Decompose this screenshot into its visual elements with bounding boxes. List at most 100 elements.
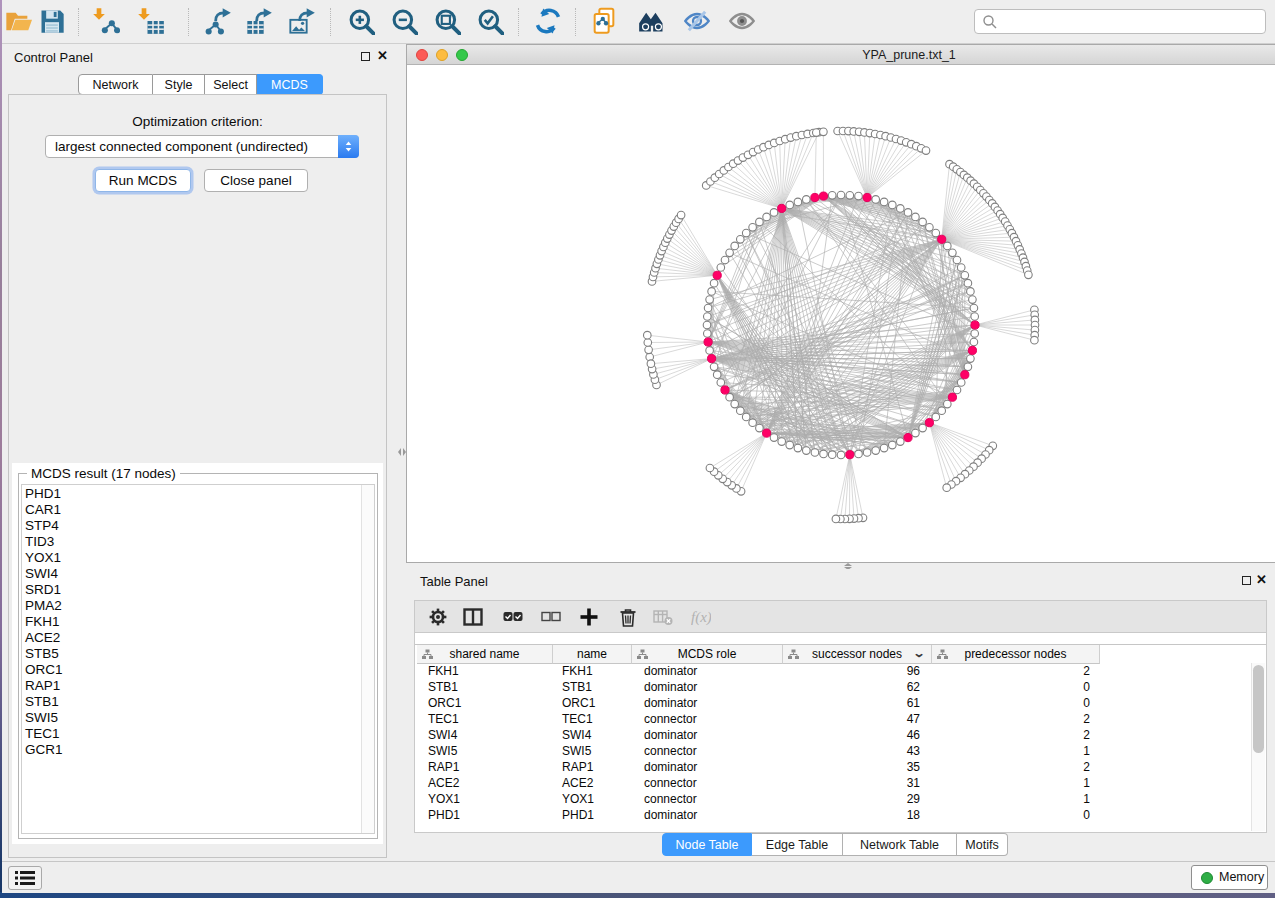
table-cell: 2 [932, 759, 1100, 775]
zoom-out-icon[interactable] [390, 7, 418, 35]
table-row[interactable]: SWI5SWI5connector431 [415, 743, 1266, 759]
apply-layout-icon[interactable] [534, 7, 562, 35]
column-header-predecessor-nodes[interactable]: predecessor nodes [932, 645, 1100, 664]
toolbar-separator [78, 8, 79, 36]
table-cell: 2 [932, 727, 1100, 743]
vertical-splitter-handle[interactable] [397, 444, 407, 460]
table-row[interactable]: SWI4SWI4dominator462 [415, 727, 1266, 743]
open-session-icon[interactable] [4, 7, 32, 35]
mcds-result-item[interactable]: RAP1 [23, 678, 360, 694]
save-session-icon[interactable] [38, 7, 66, 35]
mcds-result-item[interactable]: STB1 [23, 694, 360, 710]
memory-button[interactable]: Memory [1191, 865, 1268, 890]
deselect-all-icon[interactable] [541, 607, 561, 627]
zoom-fit-icon[interactable] [433, 7, 461, 35]
svg-text:f(x): f(x) [691, 609, 711, 626]
table-row[interactable]: RAP1RAP1dominator352 [415, 759, 1266, 775]
hide-details-icon[interactable] [683, 7, 711, 35]
column-header-successor-nodes[interactable]: successor nodes⌄ [783, 645, 932, 664]
table-toolbar: f(x) [414, 600, 1267, 632]
close-panel-icon[interactable]: ✕ [377, 51, 388, 61]
table-rows: FKH1FKH1dominator962STB1STB1dominator620… [415, 663, 1266, 823]
control-panel: Control Panel ✕ NetworkStyleSelectMCDS O… [2, 44, 395, 861]
mcds-result-item[interactable]: SWI4 [23, 566, 360, 582]
mcds-result-item[interactable]: CAR1 [23, 502, 360, 518]
status-menu-button[interactable] [8, 866, 42, 890]
zoom-in-icon[interactable] [347, 7, 375, 35]
tab-node-table[interactable]: Node Table [662, 833, 752, 856]
mcds-result-item[interactable]: GCR1 [23, 742, 360, 758]
network-graph[interactable] [407, 66, 1272, 563]
gear-icon[interactable] [428, 607, 448, 627]
table-row[interactable]: ACE2ACE2connector311 [415, 775, 1266, 791]
mcds-result-item[interactable]: TEC1 [23, 726, 360, 742]
table-cell: dominator [632, 679, 783, 695]
table-cell: 2 [932, 711, 1100, 727]
delete-icon[interactable] [618, 607, 638, 627]
run-mcds-button[interactable]: Run MCDS [95, 169, 191, 192]
table-row[interactable]: TEC1TEC1connector472 [415, 711, 1266, 727]
column-header-MCDS-role[interactable]: MCDS role [632, 645, 783, 664]
mcds-result-item[interactable]: SWI5 [23, 710, 360, 726]
import-table-icon[interactable] [137, 7, 165, 35]
mcds-result-item[interactable]: PHD1 [23, 486, 360, 502]
select-stepper-icon [338, 135, 359, 158]
show-details-icon[interactable] [728, 7, 756, 35]
toolbar-separator [330, 8, 331, 36]
mcds-result-item[interactable]: TID3 [23, 534, 360, 550]
table-cell: TEC1 [553, 711, 632, 727]
mcds-result-item[interactable]: ACE2 [23, 630, 360, 646]
table-cell: SWI4 [417, 727, 553, 743]
tab-network-table[interactable]: Network Table [843, 833, 957, 856]
column-header-shared-name[interactable]: shared name [417, 645, 553, 664]
mcds-result-item[interactable]: STB5 [23, 646, 360, 662]
select-all-icon[interactable] [503, 607, 523, 627]
close-panel-button[interactable]: Close panel [204, 169, 308, 192]
tab-select[interactable]: Select [205, 74, 257, 95]
float-panel-icon[interactable] [361, 52, 370, 61]
table-row[interactable]: ORC1ORC1dominator610 [415, 695, 1266, 711]
find-icon[interactable] [638, 7, 666, 35]
search-input[interactable] [974, 9, 1266, 34]
tab-style[interactable]: Style [153, 74, 205, 95]
table-cell: RAP1 [417, 759, 553, 775]
close-table-panel-icon[interactable]: ✕ [1256, 575, 1267, 585]
tab-edge-table[interactable]: Edge Table [752, 833, 843, 856]
table-cell: connector [632, 791, 783, 807]
table-cell: FKH1 [417, 663, 553, 679]
cytoscape-window: Control Panel ✕ NetworkStyleSelectMCDS O… [2, 0, 1275, 893]
export-network-icon[interactable] [204, 7, 232, 35]
table-row[interactable]: FKH1FKH1dominator962 [415, 663, 1266, 679]
mcds-result-item[interactable]: YOX1 [23, 550, 360, 566]
tab-mcds[interactable]: MCDS [257, 74, 323, 95]
mcds-result-item[interactable]: FKH1 [23, 614, 360, 630]
column-header-name[interactable]: name [553, 645, 632, 664]
mcds-result-item[interactable]: ORC1 [23, 662, 360, 678]
import-network-icon[interactable] [92, 7, 120, 35]
table-cell: connector [632, 775, 783, 791]
table-cell: connector [632, 743, 783, 759]
mcds-result-item[interactable]: PMA2 [23, 598, 360, 614]
table-row[interactable]: PHD1PHD1dominator180 [415, 807, 1266, 823]
float-table-panel-icon[interactable] [1242, 576, 1251, 585]
export-table-icon[interactable] [245, 7, 273, 35]
tab-network[interactable]: Network [78, 74, 153, 95]
table-cell: TEC1 [417, 711, 553, 727]
zoom-selected-icon[interactable] [476, 7, 504, 35]
mcds-result-scrollbar[interactable] [361, 485, 374, 833]
table-cell: 61 [783, 695, 932, 711]
table-cell: 18 [783, 807, 932, 823]
export-image-icon[interactable] [288, 7, 316, 35]
mcds-result-item[interactable]: SRD1 [23, 582, 360, 598]
table-row[interactable]: STB1STB1dominator620 [415, 679, 1266, 695]
optimization-criterion-select[interactable]: largest connected component (undirected) [45, 135, 359, 158]
add-icon[interactable] [579, 607, 599, 627]
mcds-result-item[interactable]: STP4 [23, 518, 360, 534]
table-row[interactable]: YOX1YOX1connector291 [415, 791, 1266, 807]
table-scrollbar-thumb[interactable] [1253, 665, 1264, 753]
tab-motifs[interactable]: Motifs [957, 833, 1008, 856]
clone-network-icon[interactable] [590, 7, 618, 35]
table-scrollbar[interactable] [1251, 663, 1265, 831]
columns-icon[interactable] [463, 607, 483, 627]
table-cell: 1 [932, 743, 1100, 759]
